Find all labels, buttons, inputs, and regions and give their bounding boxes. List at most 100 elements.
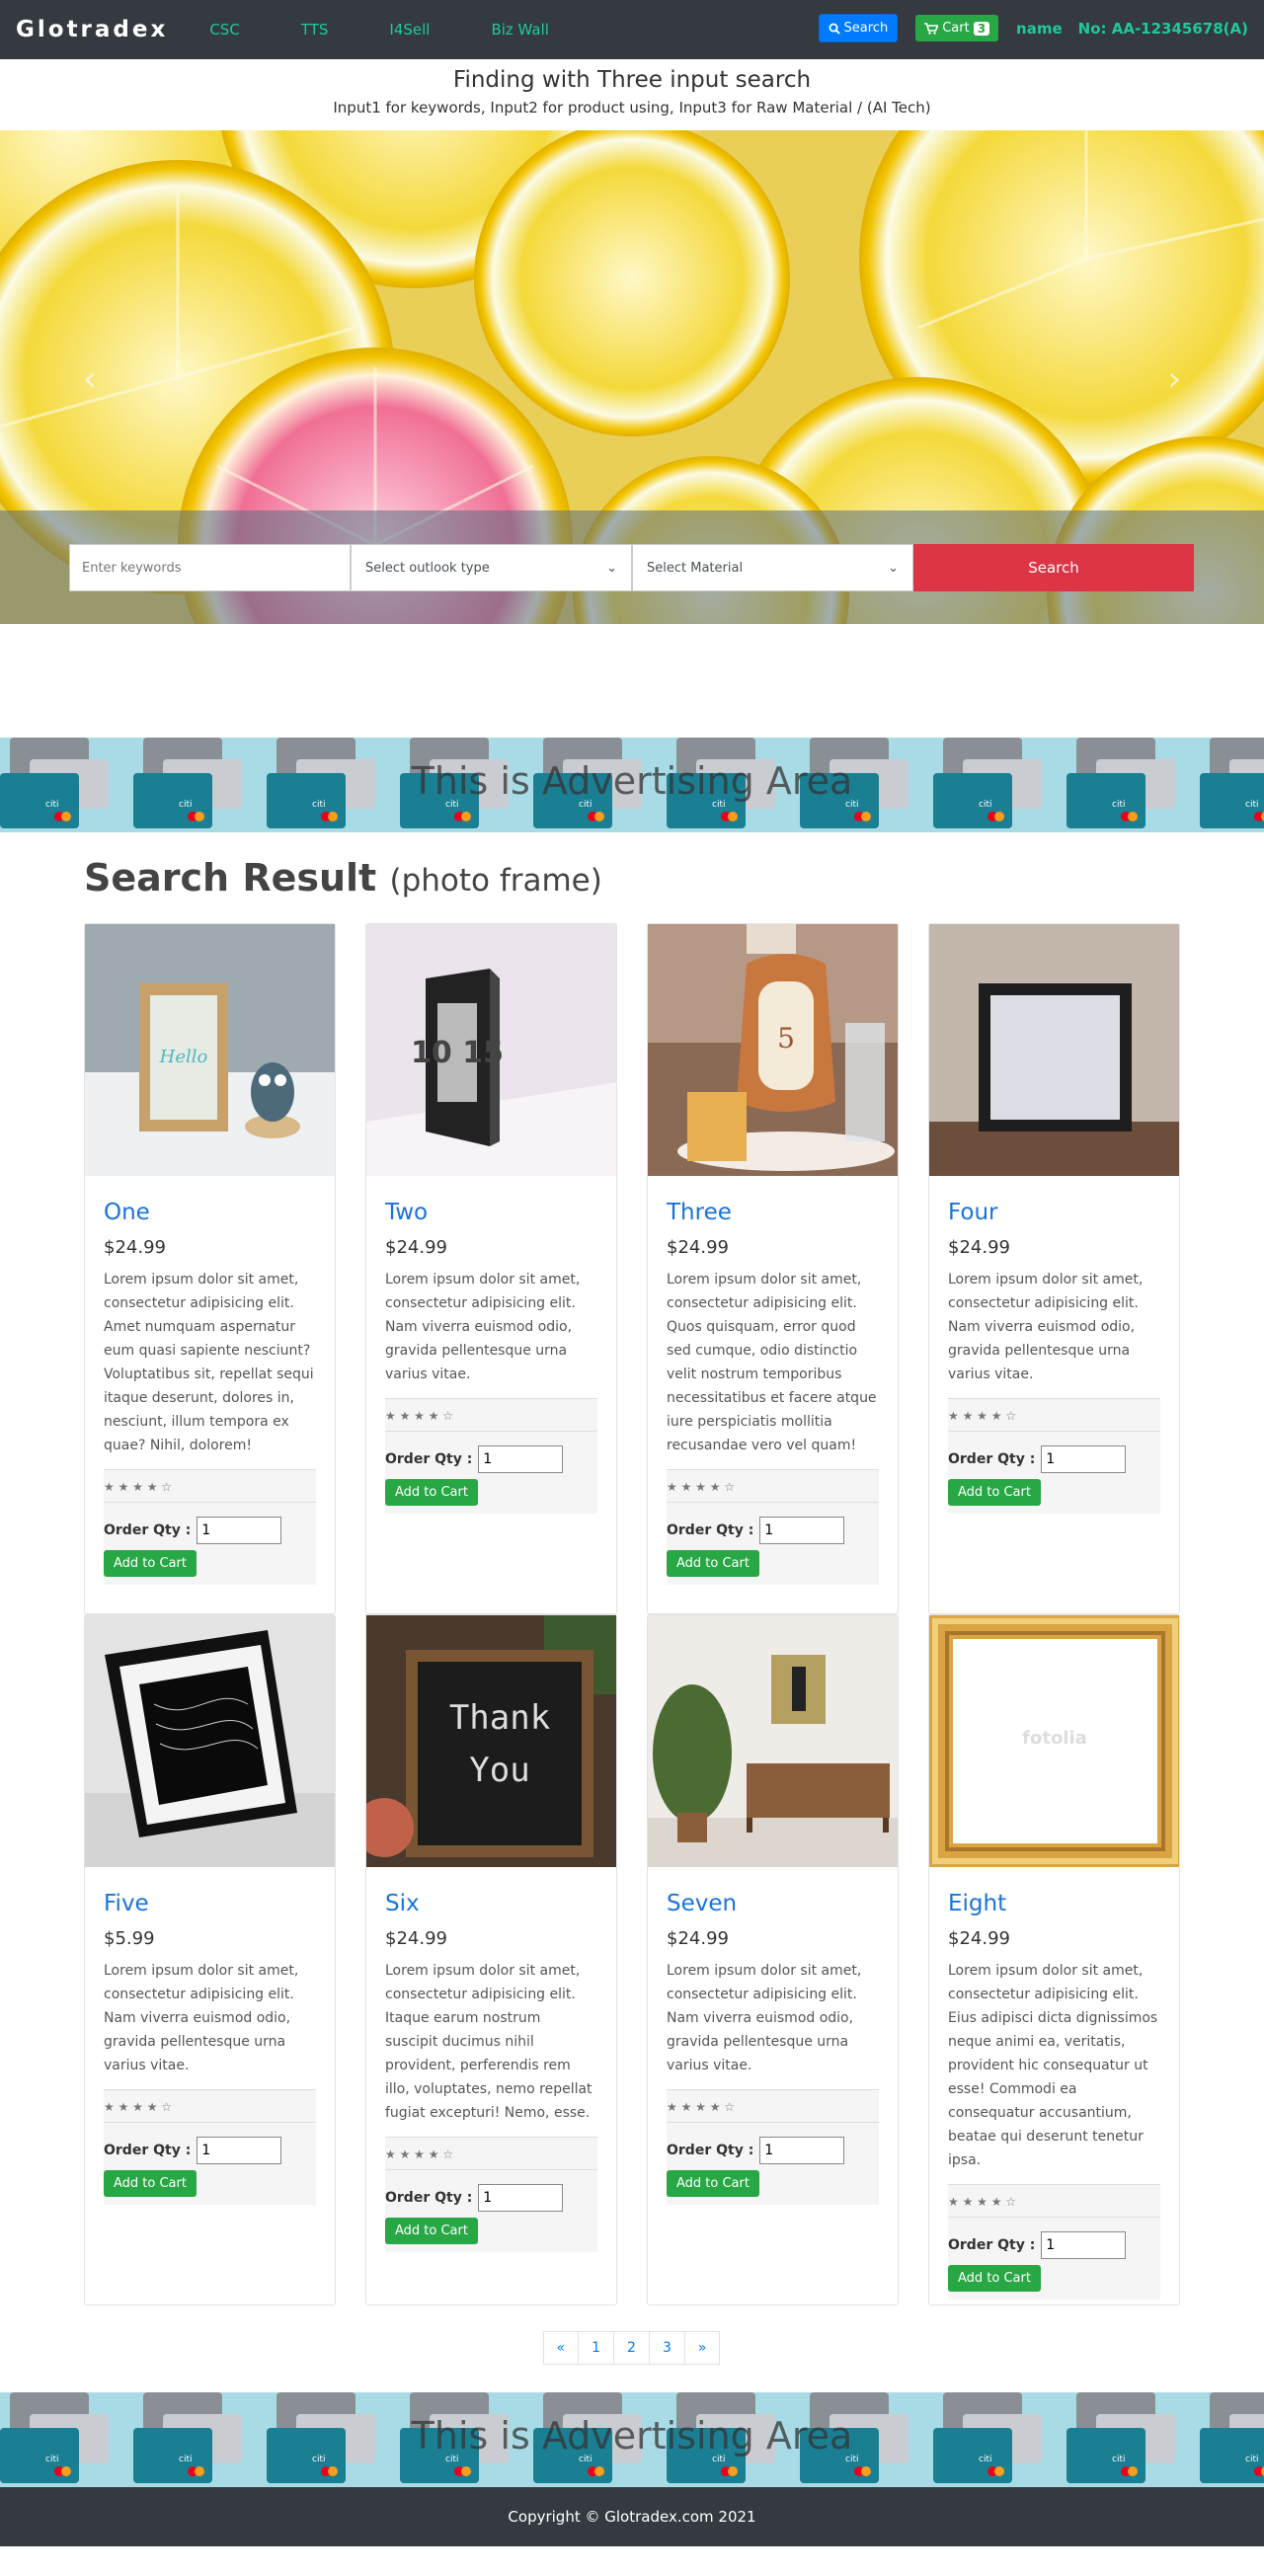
product-title[interactable]: Seven [667,1891,879,1916]
order-qty-input[interactable] [478,2184,564,2212]
pagination-page-2[interactable]: 2 [613,2331,650,2365]
order-qty-input[interactable] [1041,1445,1127,1473]
black-square-frame-image [929,924,1179,1176]
product-title[interactable]: Six [385,1891,597,1916]
page-subtitle: Input1 for keywords, Input2 for product … [333,99,931,117]
search-band: Enter keywords Select outlook type ⌄ Sel… [0,510,1264,624]
thumb-5-text: 5 [777,1022,795,1054]
product-card: 5 Three $24.99 Lorem ipsum dolor sit ame… [647,923,899,1614]
keywords-input[interactable]: Enter keywords [69,544,351,591]
product-title[interactable]: Two [385,1200,597,1225]
product-image[interactable] [85,1615,335,1867]
product-title[interactable]: Five [104,1891,316,1916]
brand-logo[interactable]: Glotradex [16,17,168,42]
nav-cart-label: Cart [942,21,970,36]
photo-frame-1015-image: 10 15 [366,924,616,1176]
order-qty-input[interactable] [197,1517,282,1544]
order-qty-label: Order Qty : [104,1522,192,1538]
pagination-next[interactable]: » [683,2331,721,2365]
card-footer: ★ ★ ★ ★ ☆ Order Qty : Add to Cart [104,1469,316,1585]
product-title[interactable]: One [104,1200,316,1225]
product-price: $24.99 [948,1237,1010,1258]
order-qty-input[interactable] [759,2137,845,2164]
product-image[interactable]: Hello [85,924,335,1176]
add-to-cart-button[interactable]: Add to Cart [667,1550,759,1577]
product-image[interactable] [648,1615,898,1867]
product-image[interactable]: Thank You [366,1615,616,1867]
thumb-1015-text: 10 15 [411,1036,504,1070]
add-to-cart-button[interactable]: Add to Cart [104,1550,197,1577]
product-card: Five $5.99 Lorem ipsum dolor sit amet, c… [84,1614,336,2305]
product-price: $5.99 [104,1928,155,1949]
product-image[interactable]: 10 15 [366,924,616,1176]
material-value: Select Material [647,560,744,576]
top-navbar: Glotradex CSC TTS I4Sell Biz Wall Search… [0,0,1264,59]
photo-frame-hello-image: Hello [85,924,335,1176]
carousel-prev-arrow[interactable]: ‹ [83,359,97,399]
pagination-page-3[interactable]: 3 [648,2331,685,2365]
add-to-cart-button[interactable]: Add to Cart [104,2170,197,2197]
product-card: Seven $24.99 Lorem ipsum dolor sit amet,… [647,1614,899,2305]
card-footer: ★ ★ ★ ★ ☆ Order Qty : Add to Cart [667,2089,879,2205]
add-to-cart-button[interactable]: Add to Cart [385,2218,478,2244]
product-description: Lorem ipsum dolor sit amet, consectetur … [385,1963,592,2121]
order-qty-input[interactable] [1041,2231,1127,2259]
product-title[interactable]: Eight [948,1891,1160,1916]
hero-carousel: ‹ › Enter keywords Select outlook type ⌄… [0,130,1264,624]
nav-search-button[interactable]: Search [818,14,899,42]
pagination-prev[interactable]: « [542,2331,580,2365]
order-qty-row: Order Qty : [667,1503,879,1546]
card-footer: ★ ★ ★ ★ ☆ Order Qty : Add to Cart [385,1398,597,1514]
add-to-cart-button[interactable]: Add to Cart [948,2265,1041,2292]
nav-link-i4sell[interactable]: I4Sell [389,21,430,39]
add-to-cart-button[interactable]: Add to Cart [385,1479,478,1506]
nav-cart-button[interactable]: Cart 3 [915,15,999,41]
nav-links: CSC TTS I4Sell Biz Wall [178,21,579,39]
order-qty-label: Order Qty : [385,2190,473,2206]
search-submit-button[interactable]: Search [913,544,1194,591]
shopping-cart-icon [924,22,939,35]
carousel-next-arrow[interactable]: › [1167,359,1181,399]
product-image[interactable] [929,924,1179,1176]
product-title[interactable]: Three [667,1200,879,1225]
nav-link-csc[interactable]: CSC [209,21,239,39]
star-rating: ★ ★ ★ ★ ☆ [104,1470,316,1503]
mockup-frame-image [85,1615,335,1867]
order-qty-label: Order Qty : [385,1451,473,1467]
user-name[interactable]: name [1016,20,1063,38]
advertising-area-top[interactable]: citi This is Advertising Area [0,738,1264,832]
order-qty-input[interactable] [759,1517,845,1544]
nav-link-tts[interactable]: TTS [301,21,329,39]
product-description: Lorem ipsum dolor sit amet, consectetur … [667,1272,877,1453]
product-price: $24.99 [667,1237,729,1258]
order-qty-label: Order Qty : [948,1451,1036,1467]
order-qty-input[interactable] [197,2137,282,2164]
product-card: Four $24.99 Lorem ipsum dolor sit amet, … [928,923,1180,1614]
star-rating: ★ ★ ★ ★ ☆ [667,1470,879,1503]
advertising-area-bottom[interactable]: citi This is Advertising Area [0,2392,1264,2487]
nav-link-biz-wall[interactable]: Biz Wall [491,21,549,39]
pagination-page-1[interactable]: 1 [578,2331,615,2365]
card-footer: ★ ★ ★ ★ ☆ Order Qty : Add to Cart [104,2089,316,2205]
order-qty-row: Order Qty : [104,2123,316,2166]
product-description: Lorem ipsum dolor sit amet, consectetur … [667,1963,862,2073]
order-qty-row: Order Qty : [104,1503,316,1546]
star-rating: ★ ★ ★ ★ ☆ [948,2185,1160,2218]
add-to-cart-button[interactable]: Add to Cart [667,2170,759,2197]
product-image[interactable]: fotolia [929,1615,1179,1867]
product-image[interactable]: 5 [648,924,898,1176]
chevron-down-icon: ⌄ [888,560,899,576]
thumb-you-text: You [469,1751,529,1790]
add-to-cart-button[interactable]: Add to Cart [948,1479,1041,1506]
outlook-type-select[interactable]: Select outlook type ⌄ [351,544,632,591]
material-select[interactable]: Select Material ⌄ [632,544,913,591]
cart-count-badge: 3 [973,21,990,36]
product-description: Lorem ipsum dolor sit amet, consectetur … [948,1272,1144,1382]
order-qty-input[interactable] [478,1445,564,1473]
product-title[interactable]: Four [948,1200,1160,1225]
card-footer: ★ ★ ★ ★ ☆ Order Qty : Add to Cart [667,1469,879,1585]
page-header: Finding with Three input search Input1 f… [0,59,1264,130]
star-rating: ★ ★ ★ ★ ☆ [948,1399,1160,1432]
product-price: $24.99 [948,1928,1010,1949]
